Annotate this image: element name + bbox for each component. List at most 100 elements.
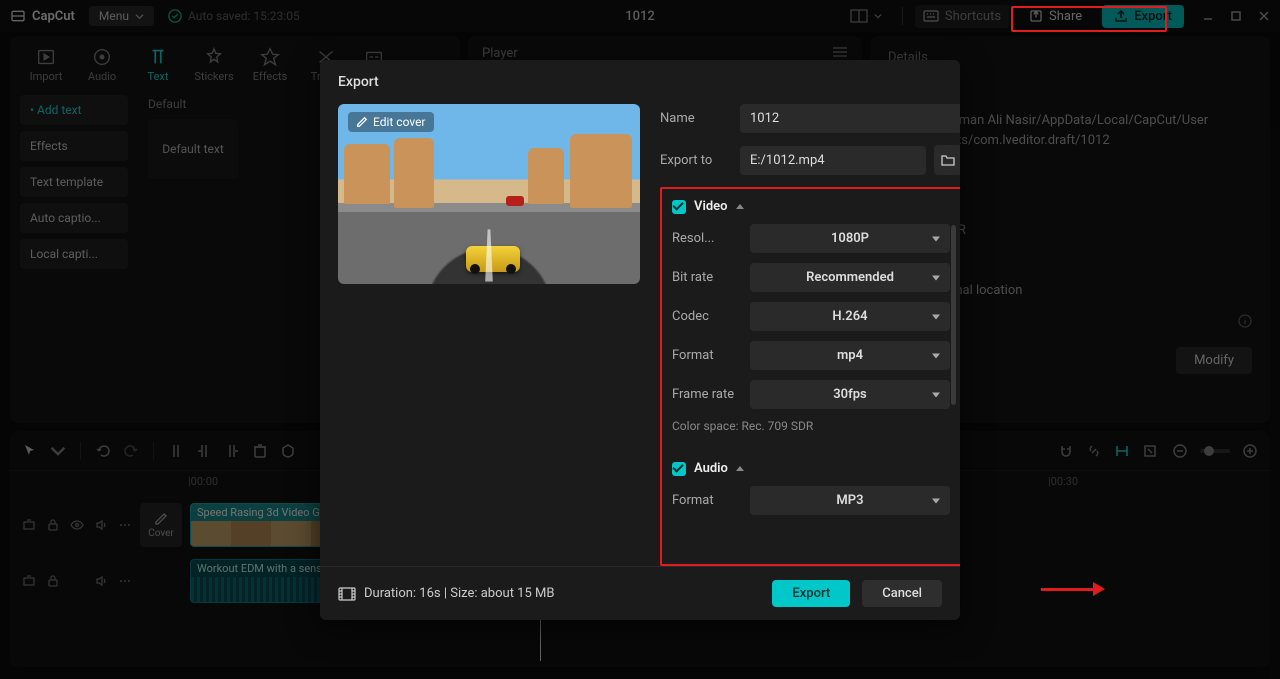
- export-icon: [1114, 9, 1128, 23]
- split-right-icon[interactable]: [224, 443, 240, 459]
- audio-checkbox[interactable]: [672, 462, 686, 476]
- chevron-down-icon[interactable]: [50, 443, 66, 459]
- chevron-down-icon: [874, 12, 882, 20]
- info-icon[interactable]: [1238, 314, 1252, 328]
- resolution-select[interactable]: 1080P: [750, 224, 950, 253]
- more-icon[interactable]: [118, 518, 132, 532]
- stickers-icon: [203, 46, 225, 68]
- close-icon[interactable]: [1258, 10, 1270, 22]
- video-section-header[interactable]: Video: [672, 199, 950, 214]
- undo-icon[interactable]: [95, 443, 111, 459]
- check-circle-icon: [168, 9, 182, 23]
- pencil-icon: [356, 116, 368, 128]
- footer-info: Duration: 16s | Size: about 15 MB: [338, 586, 554, 601]
- effects-icon: [259, 46, 281, 68]
- codec-select[interactable]: H.264: [750, 302, 950, 331]
- redo-icon[interactable]: [123, 443, 139, 459]
- autosave-status: Auto saved: 15:23:05: [168, 9, 300, 23]
- audio-format-select[interactable]: MP3: [750, 486, 950, 515]
- brand: CapCut: [10, 8, 75, 24]
- name-input[interactable]: [740, 104, 960, 133]
- exportto-input[interactable]: [740, 146, 926, 175]
- share-icon: [1029, 9, 1043, 23]
- dialog-title: Export: [320, 60, 960, 104]
- eye-icon[interactable]: [70, 518, 84, 532]
- pointer-icon[interactable]: [22, 443, 38, 459]
- caret-up-icon: [736, 466, 744, 471]
- video-checkbox[interactable]: [672, 200, 686, 214]
- modify-button[interactable]: Modify: [1176, 347, 1252, 374]
- import-icon: [35, 46, 57, 68]
- audio-section-header[interactable]: Audio: [672, 461, 950, 476]
- export-options-highlight: Video Resol... 1080P Bit rate Recommende…: [660, 187, 960, 566]
- colorspace-info: Color space: Rec. 709 SDR: [672, 419, 950, 433]
- mute-icon[interactable]: [94, 518, 108, 532]
- minimize-icon[interactable]: [1202, 10, 1214, 22]
- split-icon[interactable]: [168, 443, 184, 459]
- tab-import[interactable]: Import: [18, 42, 74, 87]
- player-label: Player: [482, 46, 518, 61]
- tab-audio[interactable]: Audio: [74, 42, 130, 87]
- name-label: Name: [660, 111, 732, 126]
- edit-cover-button[interactable]: Edit cover: [348, 112, 434, 132]
- delete-icon[interactable]: [252, 443, 268, 459]
- cancel-button[interactable]: Cancel: [862, 580, 942, 607]
- browse-folder-button[interactable]: [934, 145, 960, 175]
- tab-stickers[interactable]: Stickers: [186, 42, 242, 87]
- lock-icon[interactable]: [46, 518, 60, 532]
- keyboard-icon: [923, 10, 939, 22]
- layout-icon: [850, 9, 868, 23]
- menu-button[interactable]: Menu: [89, 6, 154, 26]
- divider: [902, 7, 903, 25]
- capcut-logo-icon: [10, 8, 26, 24]
- scrollbar[interactable]: [951, 225, 956, 405]
- lock-icon[interactable]: [46, 574, 60, 588]
- collapse-icon[interactable]: [22, 574, 36, 588]
- zoom-out-icon[interactable]: [1172, 443, 1188, 459]
- split-left-icon[interactable]: [196, 443, 212, 459]
- framerate-select[interactable]: 30fps: [750, 380, 950, 409]
- sidebar-item-auto-captions[interactable]: Auto captio...: [20, 203, 128, 233]
- zoom-in-icon[interactable]: [1242, 443, 1258, 459]
- framerate-label: Frame rate: [672, 387, 750, 402]
- crop-icon[interactable]: [1142, 443, 1158, 459]
- format-label: Format: [672, 348, 750, 363]
- format-select[interactable]: mp4: [750, 341, 950, 370]
- layout-toggle-button[interactable]: [842, 5, 890, 27]
- export-button[interactable]: Export: [772, 580, 850, 607]
- zoom-slider[interactable]: [1200, 449, 1230, 453]
- cover-preview[interactable]: Edit cover: [338, 104, 640, 284]
- dialog-footer: Duration: 16s | Size: about 15 MB Export…: [320, 566, 960, 620]
- track-controls: [22, 574, 132, 588]
- audio-format-label: Format: [672, 493, 750, 508]
- pencil-icon: [154, 512, 168, 526]
- track-controls: [22, 518, 132, 532]
- bitrate-select[interactable]: Recommended: [750, 263, 950, 292]
- link-icon[interactable]: [1086, 443, 1102, 459]
- sidebar-item-effects[interactable]: Effects: [20, 131, 128, 161]
- export-top-button[interactable]: Export: [1102, 5, 1184, 28]
- share-button[interactable]: Share: [1021, 5, 1090, 28]
- collapse-icon[interactable]: [22, 518, 36, 532]
- sidebar-item-text-template[interactable]: Text template: [20, 167, 128, 197]
- audio-icon: [91, 46, 113, 68]
- default-text-preset[interactable]: Default text: [148, 119, 238, 179]
- film-icon: [338, 587, 356, 601]
- exportto-label: Export to: [660, 153, 732, 168]
- tab-effects[interactable]: Effects: [242, 42, 298, 87]
- preview-cut-icon[interactable]: [1114, 443, 1130, 459]
- cover-button[interactable]: Cover: [140, 503, 182, 547]
- chevron-down-icon: [135, 12, 144, 21]
- shortcuts-button[interactable]: Shortcuts: [915, 5, 1009, 28]
- maximize-icon[interactable]: [1230, 10, 1242, 22]
- tab-text[interactable]: Text: [130, 42, 186, 87]
- project-title: 1012: [625, 9, 655, 24]
- magnet-icon[interactable]: [1058, 443, 1074, 459]
- mask-icon[interactable]: [280, 443, 296, 459]
- folder-icon: [940, 153, 956, 167]
- more-icon[interactable]: [118, 574, 132, 588]
- sidebar-item-local-captions[interactable]: Local capti...: [20, 239, 128, 269]
- hamburger-icon[interactable]: [832, 46, 848, 58]
- sidebar-item-add-text[interactable]: Add text: [20, 95, 128, 125]
- mute-icon[interactable]: [94, 574, 108, 588]
